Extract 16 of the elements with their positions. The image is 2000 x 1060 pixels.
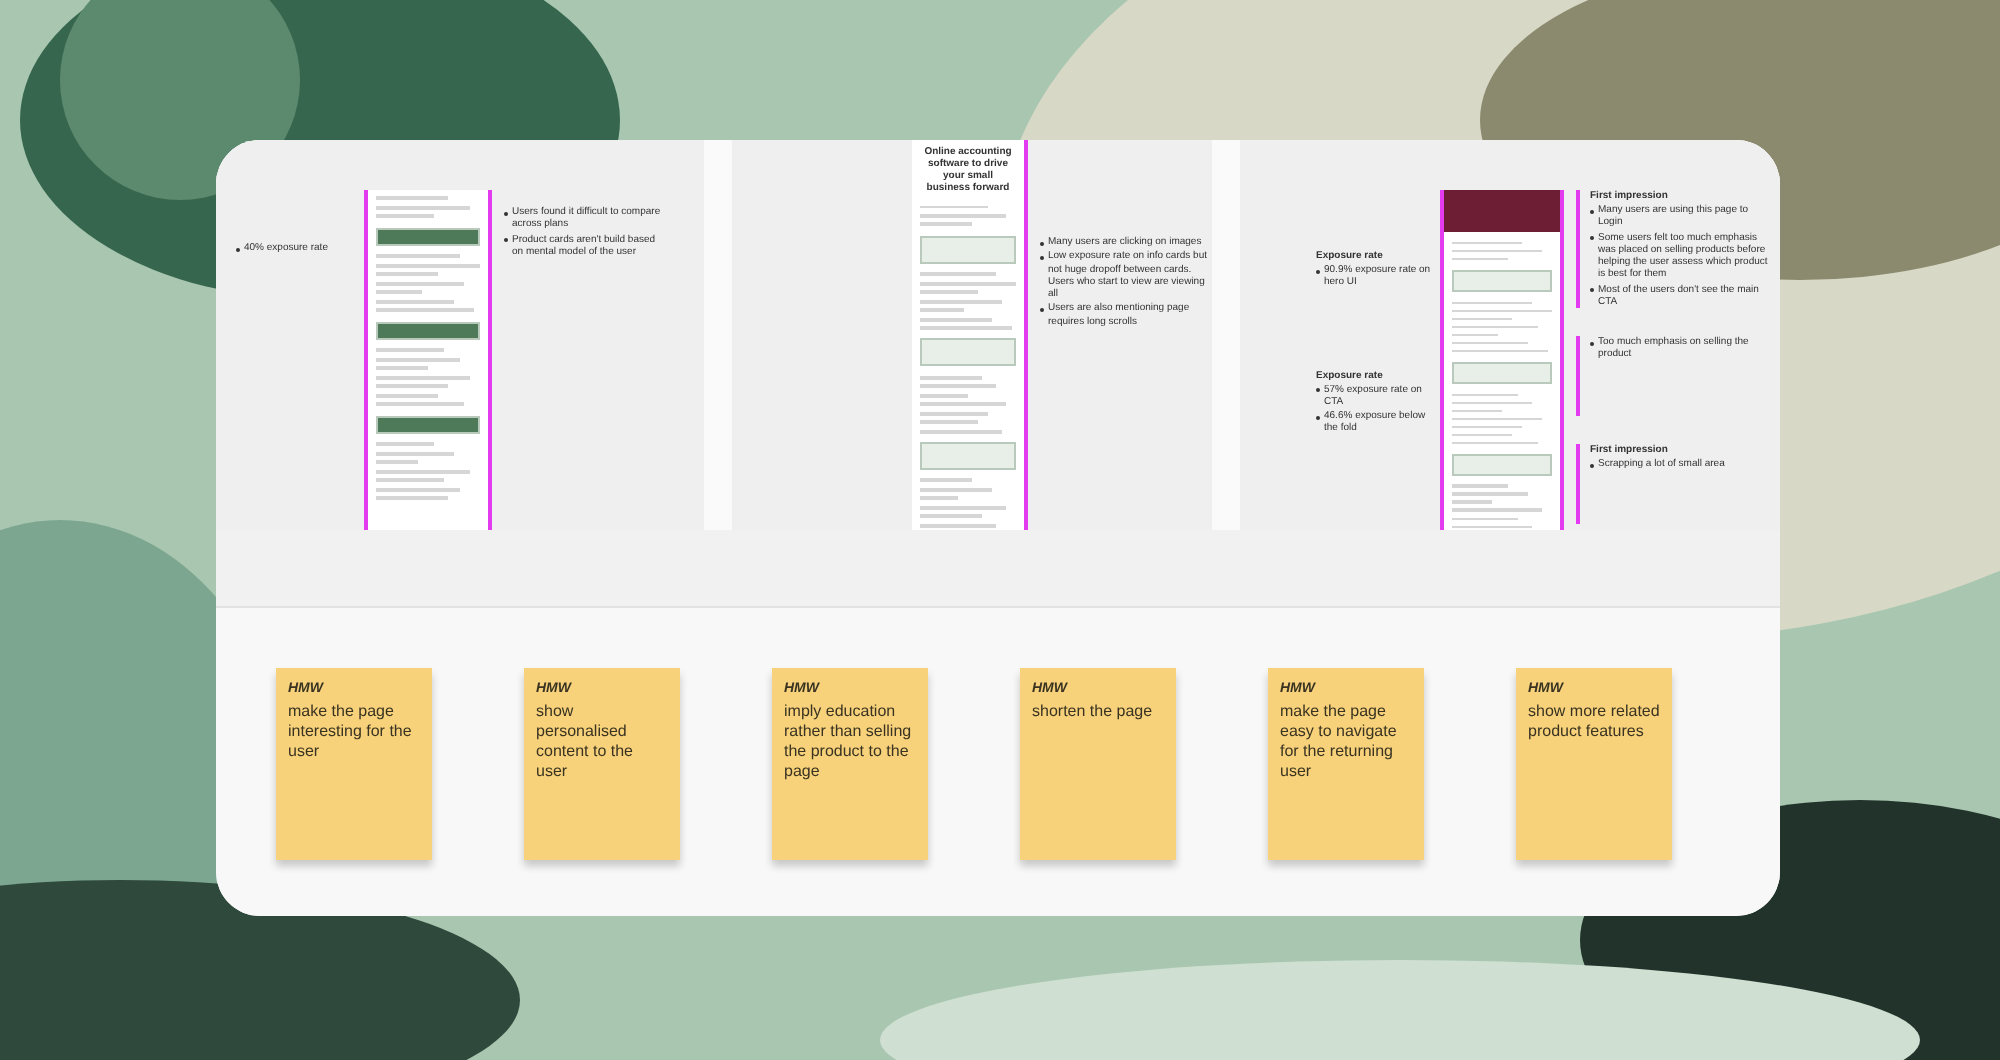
sticky-text: make the page easy to navigate for the returning user xyxy=(1280,702,1399,782)
image-placeholder xyxy=(376,415,480,433)
sticky-text: shorten the page xyxy=(1032,702,1155,722)
image-placeholder xyxy=(1452,269,1552,293)
image-placeholder xyxy=(376,321,480,339)
image-placeholder xyxy=(920,235,1016,264)
image-placeholder xyxy=(376,227,480,245)
image-placeholder xyxy=(920,442,1016,470)
sticky-text: show more related product features xyxy=(1528,702,1660,742)
sticky-text: show personalised content to the user xyxy=(536,702,635,782)
header-banner xyxy=(1444,190,1560,233)
image-placeholder xyxy=(1452,361,1552,384)
image-placeholder xyxy=(920,338,1016,367)
image-placeholder xyxy=(1452,453,1552,476)
sticky-text: imply education rather than selling the product to the page xyxy=(784,702,914,782)
sticky-text: make the page interesting for the user xyxy=(288,702,414,762)
